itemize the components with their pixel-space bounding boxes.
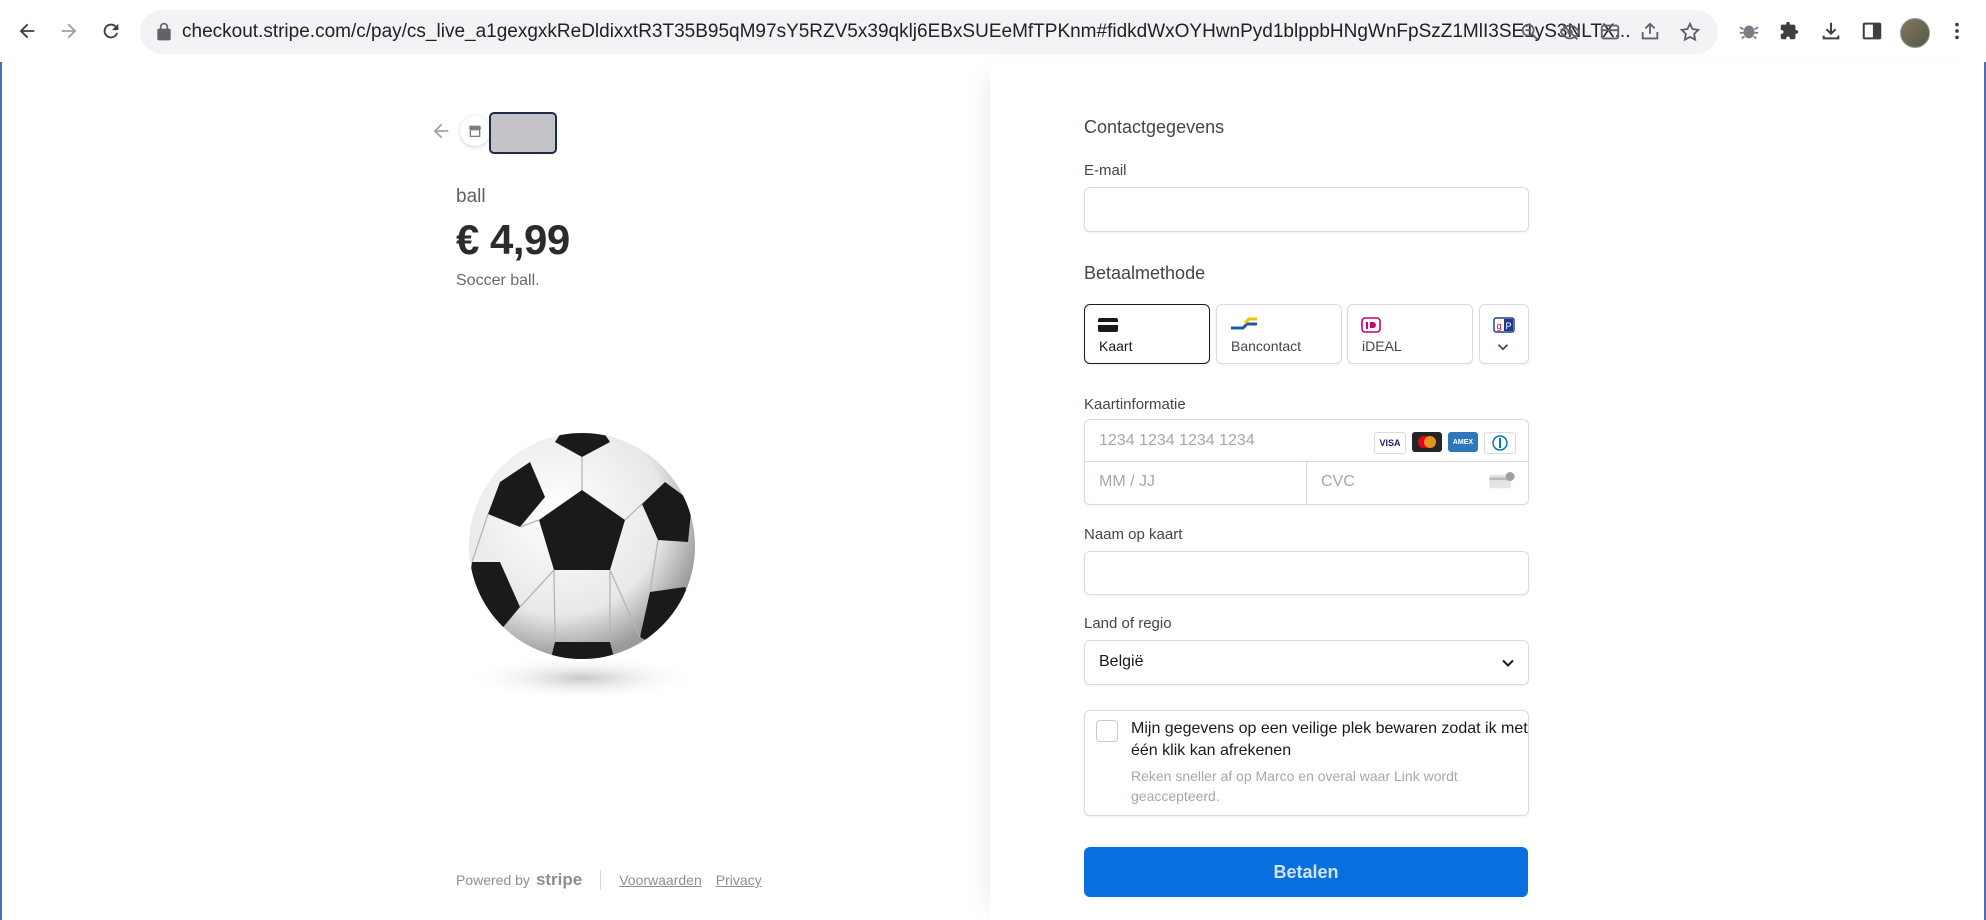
product-name: ball [456,186,486,207]
visa-icon: VISA [1374,432,1406,454]
browser-toolbar: checkout.stripe.com/c/pay/cs_live_a1gexg… [0,0,1986,63]
ideal-icon [1361,317,1381,333]
save-info-subtitle: Reken sneller af op Marco en overal waar… [1131,768,1458,804]
payment-method-more[interactable]: gP [1479,304,1529,364]
url-text[interactable]: checkout.stripe.com/c/pay/cs_live_a1gexg… [182,21,1652,43]
save-info-checkbox[interactable] [1096,720,1118,742]
reload-icon [103,23,119,39]
svg-text:P: P [1505,321,1511,331]
country-label: Land of regio [1084,615,1172,632]
side-panel-icon[interactable] [1857,16,1887,46]
zoom-icon[interactable] [1518,20,1542,44]
forward-button[interactable] [50,12,88,50]
extensions-puzzle-icon[interactable] [1774,16,1804,46]
chevron-down-icon [1502,659,1514,667]
name-on-card-field[interactable] [1084,551,1529,595]
giropay-icon: gP [1493,317,1515,333]
card-info-label: Kaartinformatie [1084,396,1186,413]
amex-icon: AMEX [1448,432,1478,452]
back-arrow-icon[interactable] [430,120,452,142]
checkout-page: ball € 4,99 Soccer ball. Powered by stri… [0,62,1986,920]
cvc-placeholder: CVC [1321,473,1355,490]
powered-by-text: Powered by [456,872,530,888]
email-label: E-mail [1084,162,1127,179]
save-info-title: Mijn gegevens op een veilige plek beware… [1131,720,1528,759]
footer-divider [600,870,602,890]
order-summary-pane: ball € 4,99 Soccer ball. Powered by stri… [0,62,990,920]
cvc-field[interactable]: CVC [1307,462,1528,504]
country-select[interactable]: België [1084,640,1529,685]
download-icon[interactable] [1816,16,1846,46]
stripe-logo[interactable]: stripe [536,870,582,890]
card-info-group: 1234 1234 1234 1234 VISA AMEX MM / JJ CV… [1084,419,1529,505]
back-button[interactable] [8,12,46,50]
payment-method-card[interactable]: Kaart [1084,304,1210,364]
name-on-card-label: Naam op kaart [1084,526,1183,543]
contact-section-title: Contactgegevens [1084,117,1225,137]
pay-button[interactable]: Betalen [1084,847,1528,897]
arrow-right-icon [61,23,77,39]
share-icon[interactable] [1638,20,1662,44]
expiry-field[interactable]: MM / JJ [1085,462,1306,504]
window-border-left [0,62,2,920]
address-bar[interactable]: checkout.stripe.com/c/pay/cs_live_a1gexg… [140,10,1718,54]
chevron-down-icon [1497,344,1509,351]
bug-extension-icon[interactable] [1734,16,1764,46]
card-number-field[interactable]: 1234 1234 1234 1234 VISA AMEX [1085,420,1528,461]
email-field[interactable] [1084,187,1529,232]
payment-method-title: Betaalmethode [1084,263,1206,283]
payment-method-label: Bancontact [1231,338,1302,354]
store-icon[interactable] [460,116,490,146]
product-description: Soccer ball. [456,272,540,289]
profile-avatar[interactable] [1900,18,1930,48]
product-price: € 4,99 [456,216,570,263]
footer: Powered by stripe Voorwaarden Privacy [456,870,776,890]
payment-method-bancontact[interactable]: Bancontact [1216,304,1342,364]
card-brands: VISA AMEX [1374,432,1516,454]
lock-icon [157,22,171,41]
payment-method-label: Kaart [1099,338,1133,354]
payment-method-ideal[interactable]: iDEAL [1347,304,1473,364]
menu-kebab-icon[interactable] [1942,16,1972,46]
payment-card-icon[interactable] [1598,20,1622,44]
arrow-left-icon [19,23,35,39]
terms-link[interactable]: Voorwaarden [619,872,702,888]
diners-icon [1484,432,1516,454]
svg-text:g: g [1496,321,1501,331]
merchant-logo[interactable] [489,112,557,154]
cvc-card-icon [1489,472,1515,489]
country-value: België [1099,653,1144,670]
bookmark-star-icon[interactable] [1678,20,1702,44]
card-icon [1098,318,1118,332]
bancontact-icon [1231,317,1257,330]
reload-button[interactable] [92,12,130,50]
tracking-protection-icon[interactable] [1558,20,1582,44]
expiry-placeholder: MM / JJ [1099,473,1155,490]
product-image-soccer-ball [460,422,706,712]
mastercard-icon [1412,432,1442,452]
card-number-placeholder: 1234 1234 1234 1234 [1099,432,1255,449]
payment-method-label: iDEAL [1362,338,1402,354]
privacy-link[interactable]: Privacy [716,872,762,888]
